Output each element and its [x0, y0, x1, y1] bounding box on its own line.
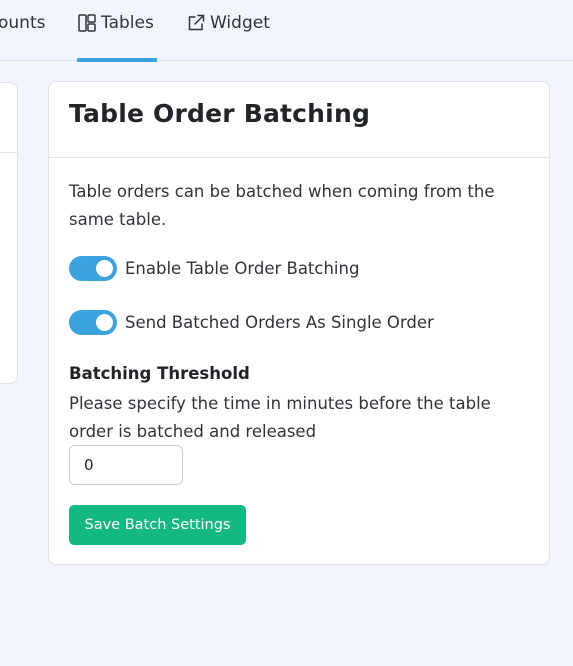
tab-tables-label: Tables [101, 12, 154, 33]
save-batch-settings-button[interactable]: Save Batch Settings [69, 505, 246, 545]
card-header: Table Order Batching [49, 82, 549, 158]
single-order-label: Send Batched Orders As Single Order [125, 313, 434, 332]
table-order-batching-card: Table Order Batching Table orders can be… [48, 81, 550, 565]
toggle-knob [96, 260, 113, 277]
tab-discounts-label: ounts [0, 12, 46, 33]
tab-discounts[interactable]: ounts [0, 0, 45, 61]
threshold-input[interactable] [69, 445, 183, 485]
left-settings-card [0, 82, 18, 384]
tab-widget-label: Widget [210, 12, 270, 33]
external-link-icon [186, 13, 206, 33]
threshold-help-text: Please specify the time in minutes befor… [69, 394, 491, 441]
tab-tables[interactable]: Tables [77, 0, 157, 62]
single-order-toggle[interactable] [69, 310, 117, 335]
toggle-knob [96, 314, 113, 331]
single-order-row: Send Batched Orders As Single Order [69, 310, 434, 335]
active-tab-indicator [77, 58, 157, 62]
enable-batching-label: Enable Table Order Batching [125, 259, 360, 278]
threshold-label: Batching Threshold [69, 364, 250, 383]
enable-batching-toggle[interactable] [69, 256, 117, 281]
tab-widget[interactable]: Widget [186, 0, 270, 61]
settings-tabs: ounts Tables Widget [0, 0, 573, 62]
batching-description: Table orders can be batched when coming … [69, 182, 495, 229]
enable-batching-row: Enable Table Order Batching [69, 256, 359, 281]
card-title: Table Order Batching [69, 99, 371, 128]
left-card-divider [0, 152, 17, 153]
layout-grid-icon [77, 13, 97, 33]
